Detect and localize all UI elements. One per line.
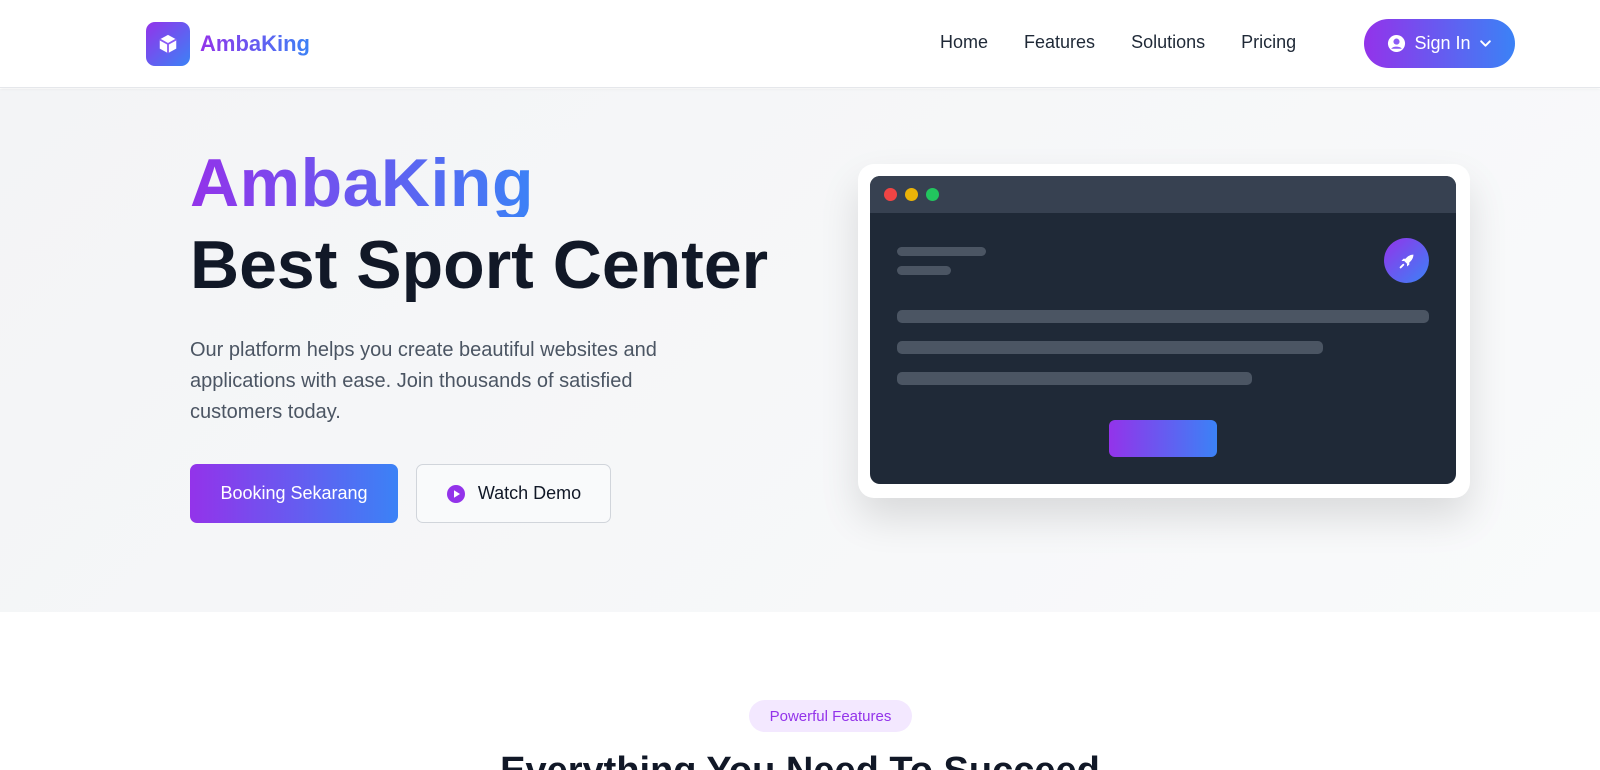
main-nav: Home Features Solutions Pricing [940,32,1296,53]
cube-icon [146,22,190,66]
chevron-down-icon [1479,37,1492,50]
sign-in-button[interactable]: Sign In [1364,19,1515,68]
rocket-icon [1384,238,1429,283]
user-circle-icon [1387,34,1406,53]
close-dot [884,188,897,201]
features-section: Powerful Features Everything You Need To… [0,612,1600,770]
app-mockup [858,164,1470,498]
hero-title: Best Sport Center [190,227,769,303]
nav-solutions[interactable]: Solutions [1131,32,1205,53]
minimize-dot [905,188,918,201]
hero-brand: AmbaKing [190,145,534,221]
hero-description: Our platform helps you create beautiful … [190,339,657,423]
site-header: AmbaKing Home Features Solutions Pricing… [0,0,1600,88]
nav-home[interactable]: Home [940,32,988,53]
play-circle-icon [446,484,466,504]
skeleton-line [897,372,1252,385]
mockup-button [1109,420,1217,457]
maximize-dot [926,188,939,201]
mockup-window [870,176,1456,484]
watch-demo-label: Watch Demo [477,483,582,503]
mockup-titlebar [870,176,1456,213]
hero-section: AmbaKing Best Sport Center Our platform … [0,89,1600,612]
watch-demo-button[interactable]: Watch Demo [416,464,611,523]
nav-features[interactable]: Features [1024,32,1095,53]
features-title: Everything You Need To Succeed [0,750,1600,770]
features-badge: Powerful Features [749,700,912,732]
skeleton-line [897,310,1429,323]
booking-button[interactable]: Booking Sekarang [190,464,398,523]
skeleton-line [897,341,1323,354]
brand-name: AmbaKing [200,31,310,56]
sign-in-label: Sign In [1414,33,1471,53]
brand-link[interactable]: AmbaKing [146,22,310,66]
nav-pricing[interactable]: Pricing [1241,32,1296,53]
skeleton-line [897,266,951,275]
skeleton-line [897,247,986,256]
